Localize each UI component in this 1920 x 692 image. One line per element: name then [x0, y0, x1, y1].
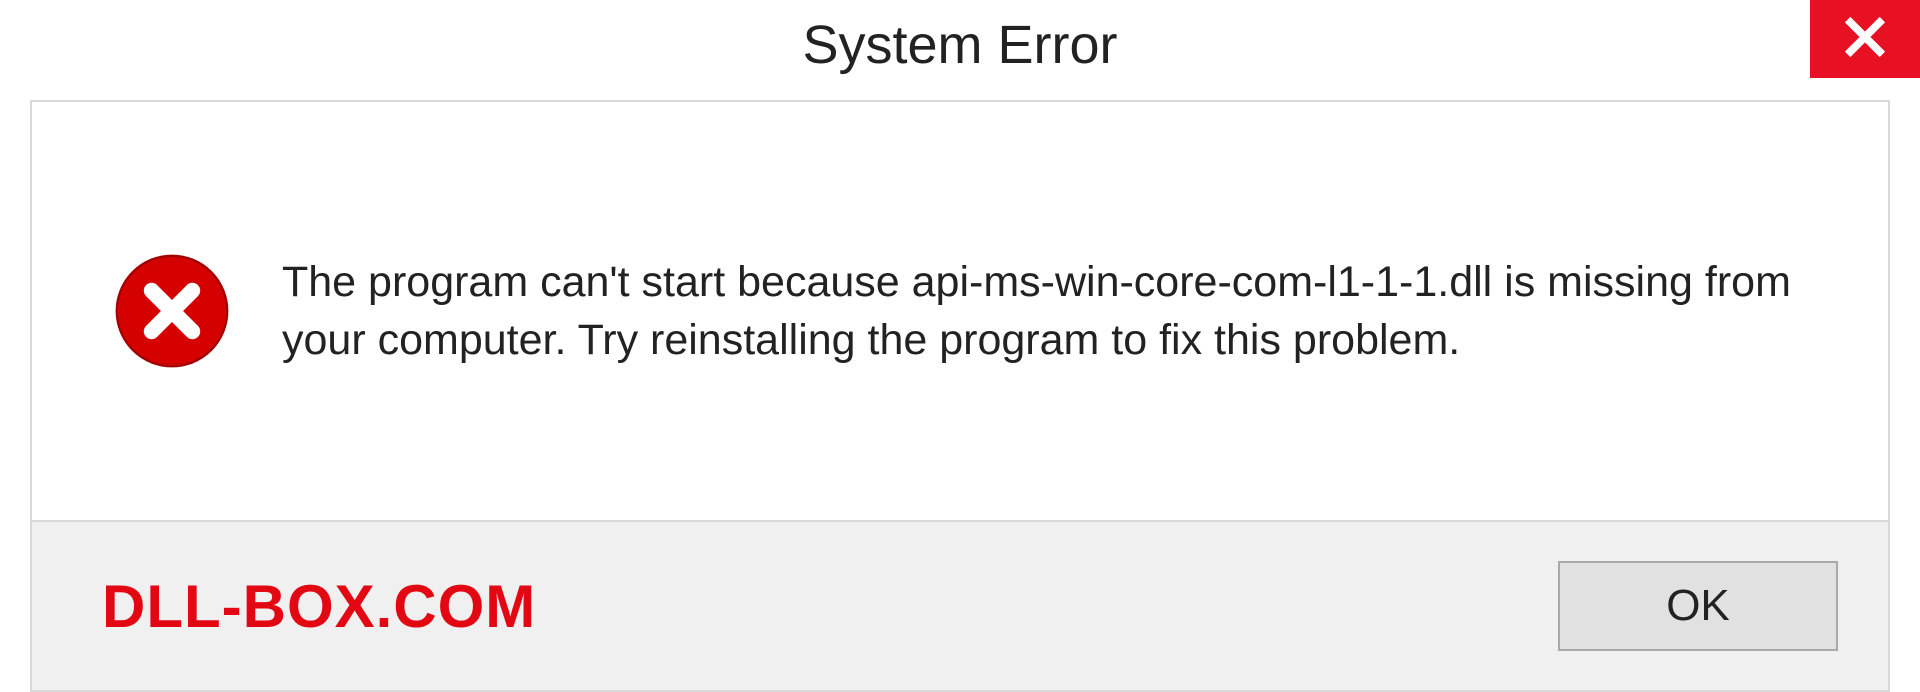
error-message: The program can't start because api-ms-w… — [282, 253, 1828, 369]
dialog-footer: DLL-BOX.COM OK — [32, 520, 1888, 690]
close-button[interactable] — [1810, 0, 1920, 78]
close-icon — [1843, 15, 1887, 64]
content-panel: The program can't start because api-ms-w… — [30, 100, 1890, 692]
titlebar: System Error — [0, 0, 1920, 90]
error-dialog: System Error The program can't start bec… — [0, 0, 1920, 692]
dialog-title: System Error — [802, 14, 1117, 76]
message-area: The program can't start because api-ms-w… — [32, 102, 1888, 520]
error-icon — [112, 251, 232, 371]
watermark-text: DLL-BOX.COM — [102, 572, 536, 641]
ok-button[interactable]: OK — [1558, 561, 1838, 651]
